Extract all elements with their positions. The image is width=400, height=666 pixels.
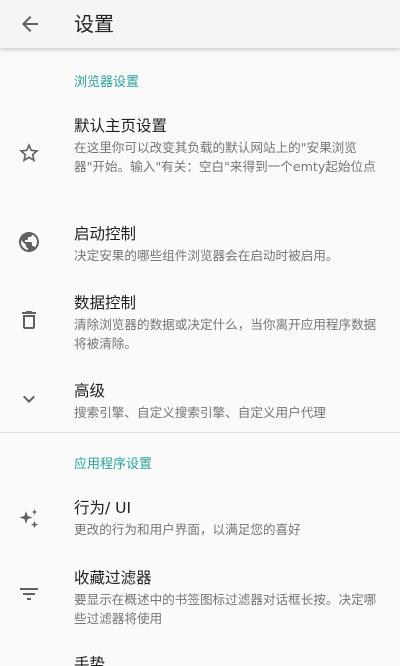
pref-title: 默认主页设置 xyxy=(74,117,168,135)
pref-startup-control[interactable]: 启动控制 决定安果的哪些组件浏览器会在启动时被启用。 xyxy=(0,224,400,274)
pref-title: 手势 xyxy=(74,655,106,666)
pref-gestures[interactable]: 手势 xyxy=(0,654,400,666)
chevron-down-icon xyxy=(17,387,41,411)
pref-behavior-ui[interactable]: 行为/ UI 更改的行为和用户界面，以满足您的喜好 xyxy=(0,498,400,540)
globe-icon xyxy=(17,230,41,254)
pref-title: 行为/ UI xyxy=(74,499,132,517)
pref-summary: 搜索引擎、自定义搜索引擎、自定义用户代理 xyxy=(74,405,326,420)
pref-title: 数据控制 xyxy=(74,294,137,312)
settings-list: 浏览器设置 默认主页设置 在这里你可以改变其负载的默认网站上的"安果浏览器"开始… xyxy=(0,48,400,666)
star-outline-icon xyxy=(17,141,41,165)
section-divider xyxy=(0,432,400,433)
page-title: 设置 xyxy=(74,12,114,36)
pref-title: 启动控制 xyxy=(74,225,137,243)
sparkle-icon xyxy=(17,507,41,531)
pref-advanced[interactable]: 高级 搜索引擎、自定义搜索引擎、自定义用户代理 xyxy=(0,381,400,423)
section-header-app: 应用程序设置 xyxy=(74,457,153,472)
pref-summary: 要显示在概述中的书签图标过滤器对话框长按。决定哪些过滤器将使用 xyxy=(74,592,377,626)
pref-title: 高级 xyxy=(74,382,106,400)
pref-summary: 决定安果的哪些组件浏览器会在启动时被启用。 xyxy=(74,248,339,263)
arrow-back-icon xyxy=(22,16,38,32)
app-bar: 设置 xyxy=(0,0,400,48)
pref-summary: 在这里你可以改变其负载的默认网站上的"安果浏览器"开始。输入"有关：空白"来得到… xyxy=(74,140,376,174)
pref-summary: 更改的行为和用户界面，以满足您的喜好 xyxy=(74,522,301,537)
pref-default-homepage[interactable]: 默认主页设置 在这里你可以改变其负载的默认网站上的"安果浏览器"开始。输入"有关… xyxy=(0,116,400,196)
trash-icon xyxy=(17,308,41,332)
section-header-browser: 浏览器设置 xyxy=(74,75,140,90)
pref-bookmark-filter[interactable]: 收藏过滤器 要显示在概述中的书签图标过滤器对话框长按。决定哪些过滤器将使用 xyxy=(0,568,400,628)
pref-data-control[interactable]: 数据控制 清除浏览器的数据或决定什么，当你离开应用程序数据将被清除。 xyxy=(0,293,400,353)
back-button[interactable] xyxy=(12,6,48,42)
pref-summary: 清除浏览器的数据或决定什么，当你离开应用程序数据将被清除。 xyxy=(74,317,377,351)
pref-title: 收藏过滤器 xyxy=(74,569,152,587)
filter-icon xyxy=(17,582,41,606)
